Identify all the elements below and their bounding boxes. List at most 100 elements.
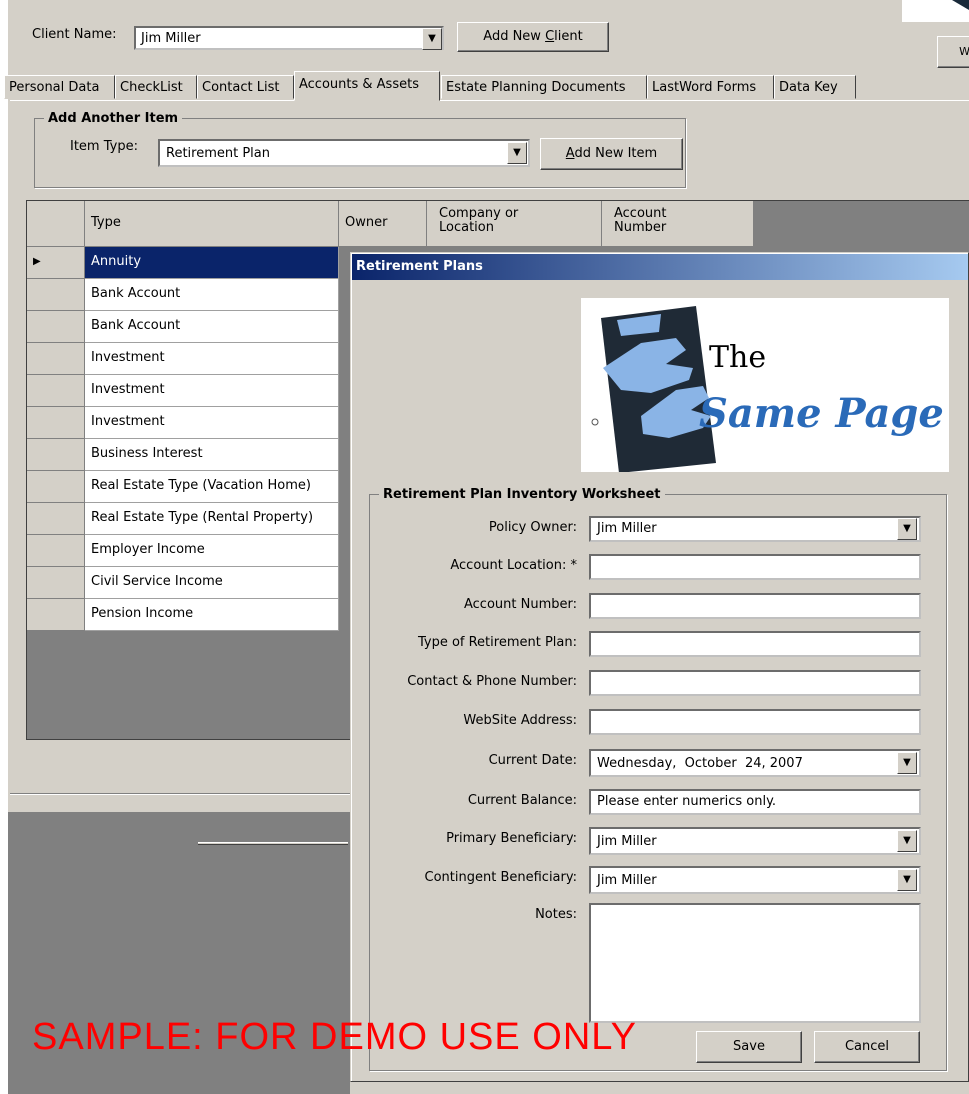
tab-panel-bottom	[10, 793, 350, 795]
tab-label: Data Key	[779, 80, 838, 95]
notes-label: Notes:	[535, 907, 577, 922]
row-header[interactable]	[27, 471, 85, 503]
row-type: Employer Income	[91, 542, 205, 557]
account-number-label: Account Number:	[464, 597, 577, 612]
primary-beneficiary-value: Jim Miller	[597, 834, 657, 849]
client-name-value: Jim Miller	[141, 31, 201, 46]
cancel-button[interactable]: Cancel	[814, 1031, 920, 1063]
table-row[interactable]: Business Interest	[85, 439, 339, 471]
row-header[interactable]: ▶	[27, 247, 85, 279]
add-new-client-button[interactable]: Add New Client	[457, 22, 609, 52]
row-header[interactable]	[27, 279, 85, 311]
primary-beneficiary-dropdown-arrow-icon[interactable]: ▼	[897, 830, 917, 852]
table-row[interactable]: Bank Account	[85, 311, 339, 343]
item-type-label: Item Type:	[70, 139, 138, 154]
contingent-beneficiary-label: Contingent Beneficiary:	[424, 870, 577, 885]
tab-data-key[interactable]: Data Key	[774, 75, 856, 99]
current-row-arrow-icon: ▶	[33, 256, 41, 267]
corner-button[interactable]: W	[937, 36, 969, 68]
save-button-label: Save	[733, 1039, 765, 1054]
primary-beneficiary-label: Primary Beneficiary:	[446, 831, 577, 846]
table-row[interactable]: Pension Income	[85, 599, 339, 631]
account-number-input[interactable]	[589, 593, 921, 619]
notes-textarea[interactable]	[589, 903, 921, 1023]
tab-lastword-forms[interactable]: LastWord Forms	[647, 75, 774, 99]
row-type: Bank Account	[91, 318, 181, 333]
primary-beneficiary-select[interactable]: Jim Miller	[589, 827, 921, 855]
table-row[interactable]: Real Estate Type (Rental Property)	[85, 503, 339, 535]
row-header[interactable]	[27, 343, 85, 375]
add-new-item-button[interactable]: Add New Item	[540, 138, 683, 170]
tab-personal-data[interactable]: Personal Data	[4, 75, 115, 99]
current-date-value: Wednesday, October 24, 2007	[597, 756, 803, 771]
row-header[interactable]	[27, 407, 85, 439]
header-label: Type	[91, 215, 121, 230]
table-row[interactable]: Investment	[85, 375, 339, 407]
grid-header-type[interactable]: Type	[85, 201, 339, 247]
row-type: Business Interest	[91, 446, 203, 461]
website-input[interactable]	[589, 709, 921, 735]
tab-label: Contact List	[202, 80, 280, 95]
tab-label: Accounts & Assets	[299, 77, 419, 92]
website-label: WebSite Address:	[463, 713, 577, 728]
table-row[interactable]: Real Estate Type (Vacation Home)	[85, 471, 339, 503]
grid-header-company[interactable]: Company or Location	[427, 201, 602, 247]
tab-panel-border	[10, 100, 969, 101]
contingent-beneficiary-select[interactable]: Jim Miller	[589, 866, 921, 894]
row-header[interactable]	[27, 375, 85, 407]
item-type-select[interactable]: Retirement Plan	[158, 139, 530, 167]
tab-label: Estate Planning Documents	[446, 80, 626, 95]
client-dropdown-arrow-icon[interactable]: ▼	[422, 28, 442, 50]
contact-phone-input[interactable]	[589, 670, 921, 696]
plan-type-label: Type of Retirement Plan:	[417, 635, 577, 650]
contingent-beneficiary-dropdown-arrow-icon[interactable]: ▼	[897, 869, 917, 891]
retirement-plans-dialog: Retirement Plans The Same Page Retiremen…	[350, 252, 969, 1082]
tab-checklist[interactable]: CheckList	[115, 75, 197, 99]
table-row[interactable]: Annuity	[85, 247, 339, 279]
row-header[interactable]	[27, 567, 85, 599]
row-type: Bank Account	[91, 286, 181, 301]
plan-type-input[interactable]	[589, 631, 921, 657]
policy-owner-dropdown-arrow-icon[interactable]: ▼	[897, 518, 917, 540]
grid-header-account[interactable]: Account Number	[602, 201, 754, 247]
current-balance-value: Please enter numerics only.	[597, 794, 777, 809]
worksheet-title: Retirement Plan Inventory Worksheet	[379, 487, 665, 502]
table-row[interactable]: Investment	[85, 343, 339, 375]
client-name-select[interactable]: Jim Miller	[134, 26, 444, 50]
table-row[interactable]: Bank Account	[85, 279, 339, 311]
row-type: Real Estate Type (Rental Property)	[91, 510, 314, 525]
tab-estate-planning-documents[interactable]: Estate Planning Documents	[441, 75, 647, 99]
row-type: Investment	[91, 414, 165, 429]
tab-contact-list[interactable]: Contact List	[197, 75, 294, 99]
dialog-titlebar[interactable]: Retirement Plans	[352, 254, 968, 280]
item-type-dropdown-arrow-icon[interactable]: ▼	[507, 142, 527, 164]
account-location-label: Account Location: *	[450, 558, 577, 573]
dialog-title: Retirement Plans	[356, 259, 483, 274]
tab-accounts-assets[interactable]: Accounts & Assets	[294, 71, 440, 101]
row-header[interactable]	[27, 599, 85, 631]
save-button[interactable]: Save	[696, 1031, 802, 1063]
policy-owner-select[interactable]: Jim Miller	[589, 516, 921, 542]
date-dropdown-arrow-icon[interactable]: ▼	[897, 752, 917, 774]
logo-same-page: Same Page	[699, 390, 944, 437]
current-date-picker[interactable]: Wednesday, October 24, 2007	[589, 749, 921, 777]
table-row[interactable]: Civil Service Income	[85, 567, 339, 599]
table-row[interactable]: Employer Income	[85, 535, 339, 567]
row-header[interactable]	[27, 311, 85, 343]
account-location-input[interactable]	[589, 554, 921, 580]
cancel-button-label: Cancel	[844, 1039, 890, 1054]
current-balance-input[interactable]: Please enter numerics only.	[589, 789, 921, 815]
policy-owner-value: Jim Miller	[597, 521, 657, 536]
row-header[interactable]	[27, 535, 85, 567]
logo-the: The	[709, 340, 767, 375]
splitter-handle[interactable]	[198, 842, 348, 845]
grid-header-owner[interactable]: Owner	[339, 201, 427, 247]
header-label: Account Number	[614, 206, 667, 235]
corner-button-label: W	[959, 45, 969, 58]
contact-phone-label: Contact & Phone Number:	[407, 674, 577, 689]
table-row[interactable]: Investment	[85, 407, 339, 439]
row-header[interactable]	[27, 439, 85, 471]
tab-label: Personal Data	[9, 80, 100, 95]
tab-label: LastWord Forms	[652, 80, 757, 95]
row-header[interactable]	[27, 503, 85, 535]
